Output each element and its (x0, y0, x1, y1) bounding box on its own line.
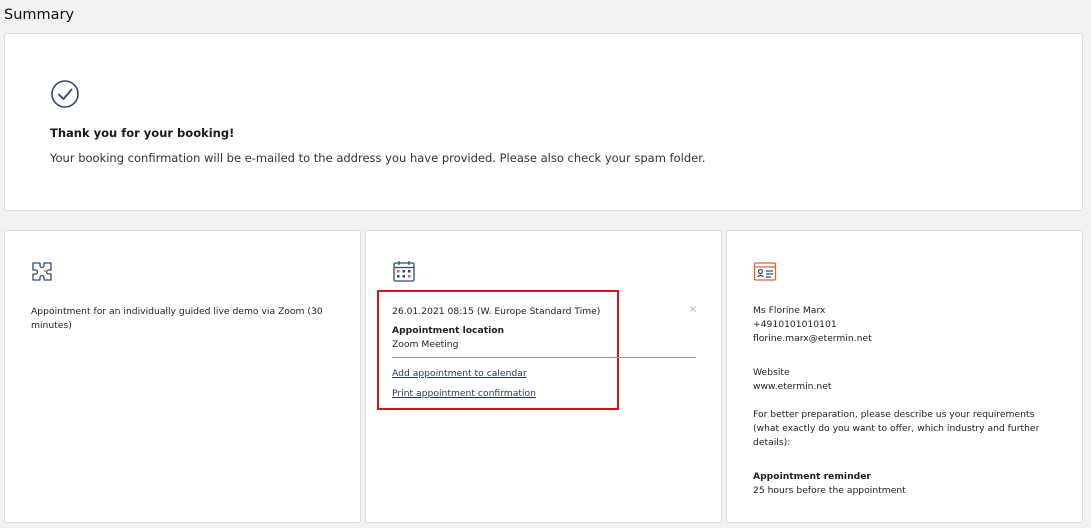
puzzle-icon (32, 262, 52, 281)
reminder-label: Appointment reminder (753, 471, 871, 482)
appointment-reminder: Appointment reminder 25 hours before the… (753, 470, 1053, 498)
print-confirmation-link[interactable]: Print appointment confirmation (392, 387, 536, 401)
appointment-location-value: Zoom Meeting (392, 339, 459, 350)
confirmation-message: Your booking confirmation will be e-mail… (50, 151, 706, 165)
customer-name: Ms Florine Marx (753, 305, 826, 316)
website-value: www.etermin.net (753, 381, 832, 392)
service-description: Appointment for an individually guided l… (31, 306, 323, 331)
website-label: Website (753, 367, 790, 378)
service-card: Appointment for an individually guided l… (4, 230, 361, 523)
customer-card: Ms Florine Marx +4910101010101 florine.m… (726, 230, 1083, 523)
customer-website: Website www.etermin.net (753, 366, 1053, 394)
preparation-question: For better preparation, please describe … (753, 409, 1040, 448)
check-circle-icon (51, 80, 79, 108)
customer-email: florine.marx@etermin.net (753, 333, 872, 344)
appointment-datetime: 26.01.2021 08:15 (W. Europe Standard Tim… (392, 306, 601, 317)
customer-contact: Ms Florine Marx +4910101010101 florine.m… (753, 304, 1053, 346)
appointment-divider (392, 357, 696, 358)
reminder-value: 25 hours before the appointment (753, 485, 906, 496)
close-icon[interactable]: × (689, 304, 697, 315)
calendar-icon (393, 261, 415, 282)
booking-confirmation-card: Thank you for your booking! Your booking… (4, 33, 1083, 211)
customer-phone: +4910101010101 (753, 319, 837, 330)
appointment-location-label: Appointment location (392, 325, 505, 336)
thank-you-heading: Thank you for your booking! (50, 126, 235, 140)
add-to-calendar-link[interactable]: Add appointment to calendar (392, 367, 527, 381)
appointment-card: 26.01.2021 08:15 (W. Europe Standard Tim… (365, 230, 722, 523)
page-title: Summary (4, 7, 75, 23)
contact-card-icon (753, 262, 777, 281)
